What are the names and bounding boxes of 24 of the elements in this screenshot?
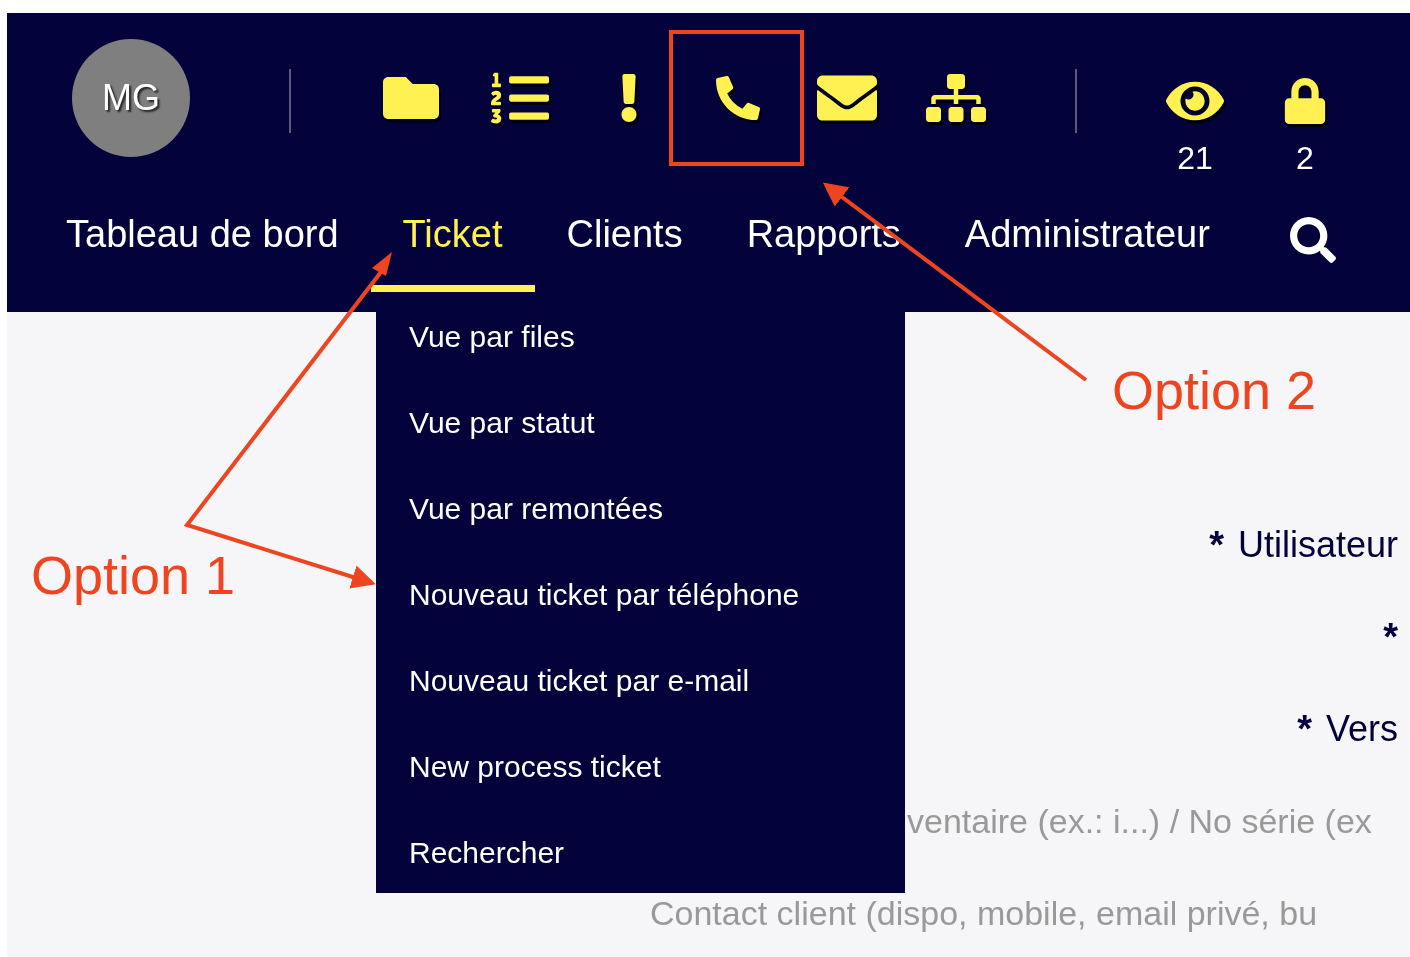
menu-item[interactable]: Rechercher (409, 810, 905, 896)
user-avatar[interactable]: MG (72, 39, 190, 157)
nav-tab[interactable]: Tableau de bord (34, 183, 371, 292)
required-marker: * (1209, 523, 1224, 567)
menu-item[interactable]: Vue par files (409, 294, 905, 380)
field-label: Vers (1325, 708, 1398, 750)
search-icon[interactable] (1289, 217, 1336, 263)
menu-item[interactable]: New process ticket (409, 724, 905, 810)
menu-item[interactable]: Vue par remontées (409, 466, 905, 552)
menu-item[interactable]: Vue par statut (409, 380, 905, 466)
required-marker: * (1297, 707, 1312, 751)
menu-item[interactable]: Nouveau ticket par téléphone (409, 552, 905, 638)
counter-value: 21 (1177, 142, 1213, 174)
field-label: Utilisateur (1237, 524, 1398, 566)
required-marker: * (1383, 615, 1398, 659)
counter-value: 2 (1296, 142, 1314, 174)
text-input[interactable]: ventaire (ex.: i...) / No série (ex (907, 801, 1407, 841)
text-input[interactable]: Contact client (dispo, mobile, email privé, bu (650, 893, 1405, 933)
nav-tab[interactable]: Administrateur (932, 183, 1242, 292)
menu-item[interactable]: Nouveau ticket par e-mail (409, 638, 905, 724)
nav-tab[interactable]: Clients (534, 183, 715, 292)
nav-tab[interactable]: Rapports (714, 183, 933, 292)
lock-icon[interactable] (1282, 78, 1328, 124)
phone-icon[interactable] (715, 76, 760, 120)
